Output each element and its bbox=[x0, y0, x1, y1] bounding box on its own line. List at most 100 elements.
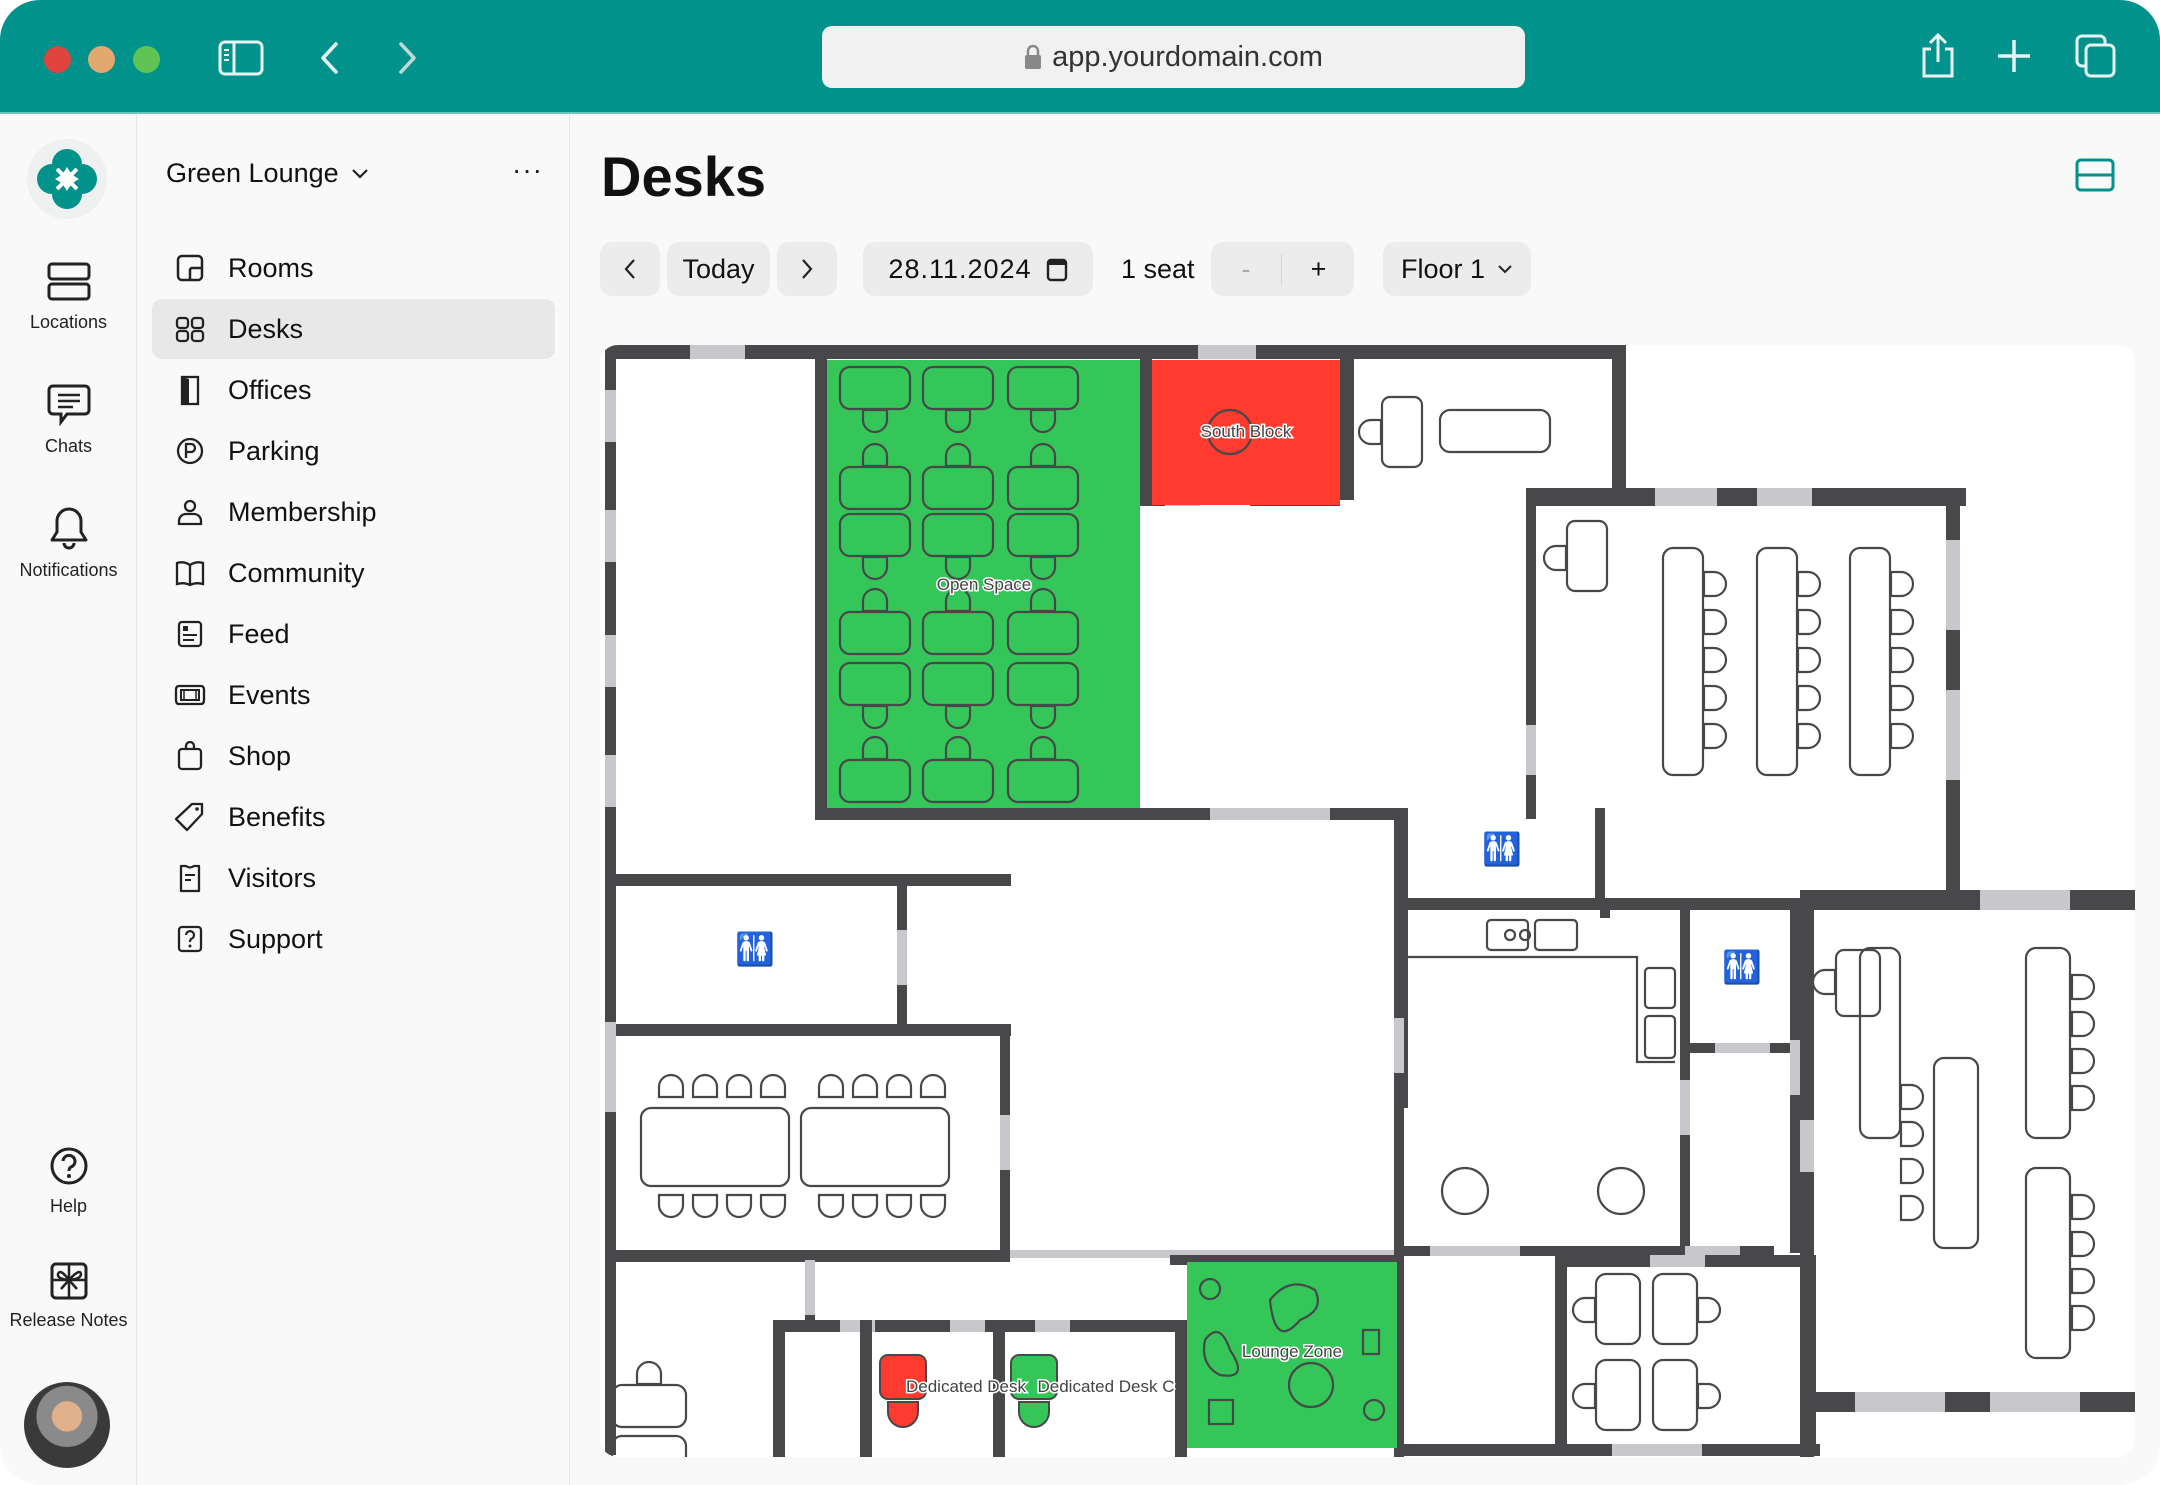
nav-item-membership[interactable]: Membership bbox=[152, 482, 555, 542]
rooms-icon bbox=[176, 254, 204, 282]
chair bbox=[1702, 570, 1728, 598]
chair bbox=[635, 1360, 663, 1386]
wall bbox=[1800, 890, 2135, 910]
close-window-button[interactable] bbox=[44, 46, 71, 73]
date-picker[interactable]: 28.11.2024 bbox=[863, 242, 1093, 296]
badge-icon bbox=[179, 864, 201, 893]
nav-item-community[interactable]: Community bbox=[152, 543, 555, 603]
counter bbox=[1408, 955, 1675, 1064]
nav-item-benefits[interactable]: Benefits bbox=[152, 787, 555, 847]
chair bbox=[2070, 1010, 2096, 1038]
desks-icon bbox=[175, 316, 205, 343]
rail-item-help[interactable]: Help bbox=[0, 1146, 137, 1217]
nav-label: Community bbox=[228, 557, 365, 588]
sink bbox=[1643, 1014, 1677, 1060]
sidebar-toggle-icon[interactable] bbox=[218, 40, 264, 81]
burner bbox=[1503, 928, 1517, 942]
nav-item-support[interactable]: Support bbox=[152, 909, 555, 969]
window bbox=[1946, 690, 1960, 780]
stove bbox=[1485, 918, 1530, 952]
table bbox=[639, 1106, 791, 1188]
minimize-window-button[interactable] bbox=[88, 46, 115, 73]
round-table bbox=[1596, 1166, 1646, 1216]
window bbox=[1790, 1040, 1800, 1095]
floor-plan[interactable]: Open Space South Block Lounge Zone Dedicate… bbox=[600, 345, 2135, 1457]
chair bbox=[1899, 1120, 1925, 1148]
person-icon bbox=[177, 499, 203, 526]
chair bbox=[1889, 646, 1915, 674]
chair-shape bbox=[887, 1401, 919, 1428]
nav-item-parking[interactable]: Parking bbox=[152, 421, 555, 481]
nav-item-rooms[interactable]: Rooms bbox=[152, 238, 555, 298]
decrement-seats-button[interactable]: - bbox=[1211, 253, 1282, 285]
nav-item-visitors[interactable]: Visitors bbox=[152, 848, 555, 908]
today-button[interactable]: Today bbox=[667, 242, 770, 296]
ticket-icon bbox=[174, 684, 206, 706]
window bbox=[1980, 890, 2070, 910]
new-tab-icon[interactable] bbox=[1996, 38, 2032, 79]
back-icon[interactable] bbox=[318, 40, 342, 81]
window bbox=[1394, 1018, 1404, 1073]
nav-item-offices[interactable]: Offices bbox=[152, 360, 555, 420]
wall bbox=[605, 345, 1625, 359]
chair bbox=[1889, 608, 1915, 636]
rail-item-release-notes[interactable]: Release Notes bbox=[0, 1262, 137, 1331]
wall bbox=[1595, 808, 1605, 903]
previous-day-button[interactable] bbox=[600, 242, 660, 296]
chevron-down-icon bbox=[351, 168, 368, 179]
window bbox=[897, 930, 907, 985]
layout-toggle-button[interactable] bbox=[2075, 158, 2115, 192]
tabs-overview-icon[interactable] bbox=[2075, 34, 2117, 83]
user-avatar[interactable] bbox=[24, 1382, 110, 1468]
window bbox=[605, 1022, 616, 1112]
nav-item-shop[interactable]: Shop bbox=[152, 726, 555, 786]
chair bbox=[657, 1073, 685, 1099]
window bbox=[1526, 725, 1536, 775]
window bbox=[1946, 540, 1960, 630]
location-switcher[interactable]: Green Lounge bbox=[166, 158, 369, 189]
chair bbox=[691, 1073, 719, 1099]
nav-item-feed[interactable]: Feed bbox=[152, 604, 555, 664]
chair bbox=[1571, 1382, 1597, 1410]
window bbox=[1035, 1320, 1070, 1332]
floor-select[interactable]: Floor 1 bbox=[1383, 242, 1531, 296]
rail-item-chats[interactable]: Chats bbox=[0, 384, 137, 457]
address-bar[interactable]: app.yourdomain.com bbox=[822, 26, 1525, 88]
wall bbox=[1394, 898, 1404, 908]
rail-label: Help bbox=[49, 1196, 88, 1216]
chair bbox=[2070, 1084, 2096, 1112]
chair bbox=[2070, 973, 2096, 1001]
chair bbox=[2070, 1230, 2096, 1258]
nav-label: Membership bbox=[228, 496, 377, 527]
chair bbox=[2070, 1304, 2096, 1332]
brand-logo[interactable] bbox=[27, 139, 107, 219]
nav-label: Support bbox=[228, 923, 323, 954]
next-day-button[interactable] bbox=[777, 242, 837, 296]
zone-label: South Block bbox=[1201, 422, 1292, 441]
zoom-window-button[interactable] bbox=[133, 46, 160, 73]
more-options-button[interactable]: ··· bbox=[512, 154, 543, 186]
chevron-down-icon bbox=[1498, 265, 1512, 274]
increment-seats-button[interactable]: + bbox=[1283, 254, 1354, 285]
chair bbox=[817, 1073, 845, 1099]
wall bbox=[1175, 1320, 1187, 1457]
nav-label: Rooms bbox=[228, 252, 314, 283]
door-icon bbox=[180, 375, 200, 406]
nav-item-events[interactable]: Events bbox=[152, 665, 555, 725]
floor-plan-canvas[interactable]: Open Space South Block Lounge Zone Dedicate… bbox=[600, 345, 2135, 1457]
rail-item-notifications[interactable]: Notifications bbox=[0, 506, 137, 581]
chair bbox=[1702, 722, 1728, 750]
window bbox=[605, 755, 616, 807]
url-text: app.yourdomain.com bbox=[1052, 40, 1323, 73]
share-icon[interactable] bbox=[1918, 32, 1958, 85]
wall bbox=[616, 1024, 1011, 1036]
nav-item-desks[interactable]: Desks bbox=[152, 299, 555, 359]
rail-item-locations[interactable]: Locations bbox=[0, 262, 137, 333]
window bbox=[605, 510, 616, 562]
chair-shape bbox=[1018, 1401, 1050, 1428]
wall bbox=[1800, 1392, 2135, 1412]
tag-icon bbox=[174, 802, 204, 832]
parking-icon bbox=[176, 437, 204, 465]
chair bbox=[817, 1193, 845, 1219]
forward-icon[interactable] bbox=[395, 40, 419, 81]
